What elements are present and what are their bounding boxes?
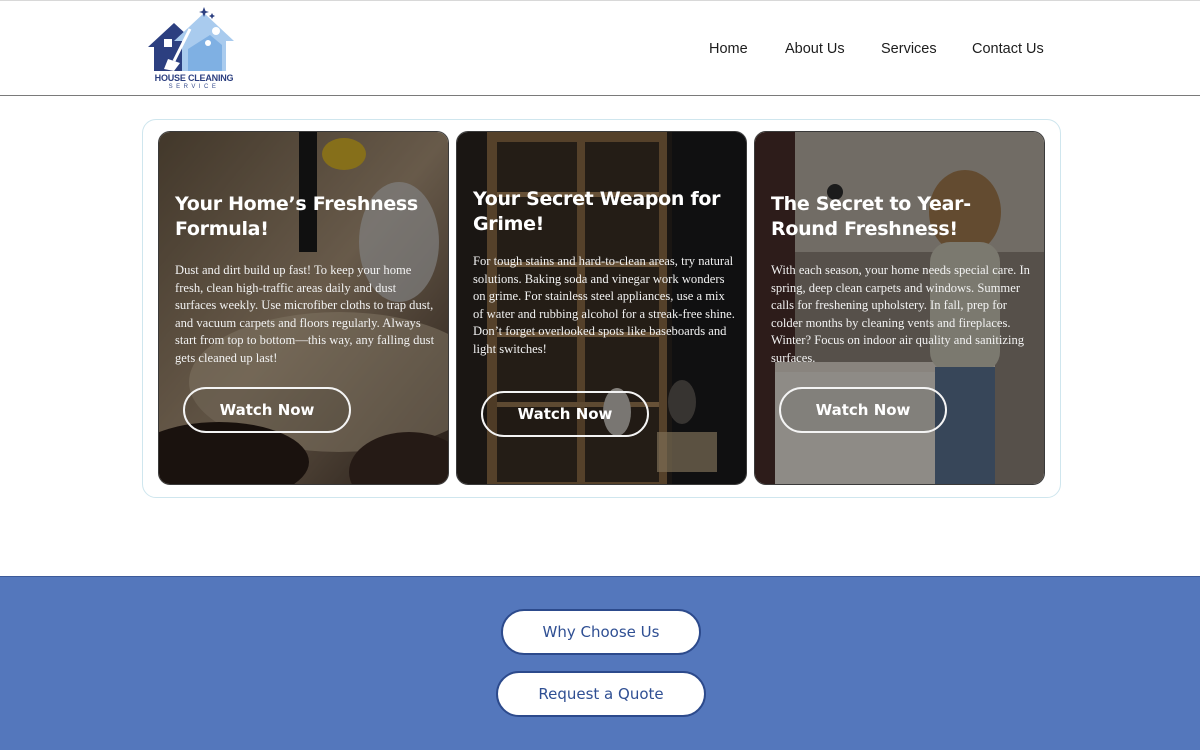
watch-now-button[interactable]: Watch Now (779, 387, 947, 433)
card-body: With each season, your home needs specia… (771, 263, 1030, 365)
tip-card-grime: Your Secret Weapon for Grime! For tough … (456, 131, 747, 485)
logo-tagline: SERVICE (168, 84, 220, 90)
logo-title: HOUSE CLEANING (154, 73, 234, 83)
card-body: Dust and dirt build up fast! To keep you… (175, 263, 435, 365)
site-header: HOUSE CLEANING SERVICE Home About Us Ser… (0, 0, 1200, 96)
logo[interactable]: HOUSE CLEANING SERVICE (144, 5, 236, 93)
card-title: The Secret to Year-Round Freshness! (771, 193, 971, 240)
why-choose-us-button[interactable]: Why Choose Us (501, 609, 701, 655)
house-logo-icon (148, 7, 234, 71)
watch-now-button[interactable]: Watch Now (481, 391, 649, 437)
nav-contact-us[interactable]: Contact Us (972, 41, 1044, 57)
cta-footer: Why Choose Us Request a Quote (0, 576, 1200, 750)
request-quote-button[interactable]: Request a Quote (496, 671, 706, 717)
nav-services[interactable]: Services (881, 41, 937, 57)
tip-card-freshness: Your Home’s Freshness Formula! Dust and … (158, 131, 449, 485)
nav-home[interactable]: Home (709, 41, 748, 57)
tip-card-year-round: The Secret to Year-Round Freshness! With… (754, 131, 1045, 485)
card-body: For tough stains and hard-to-clean areas… (473, 254, 735, 356)
nav-about-us[interactable]: About Us (785, 41, 845, 57)
card-title: Your Secret Weapon for Grime! (473, 188, 721, 235)
watch-now-button[interactable]: Watch Now (183, 387, 351, 433)
card-title: Your Home’s Freshness Formula! (175, 193, 418, 240)
